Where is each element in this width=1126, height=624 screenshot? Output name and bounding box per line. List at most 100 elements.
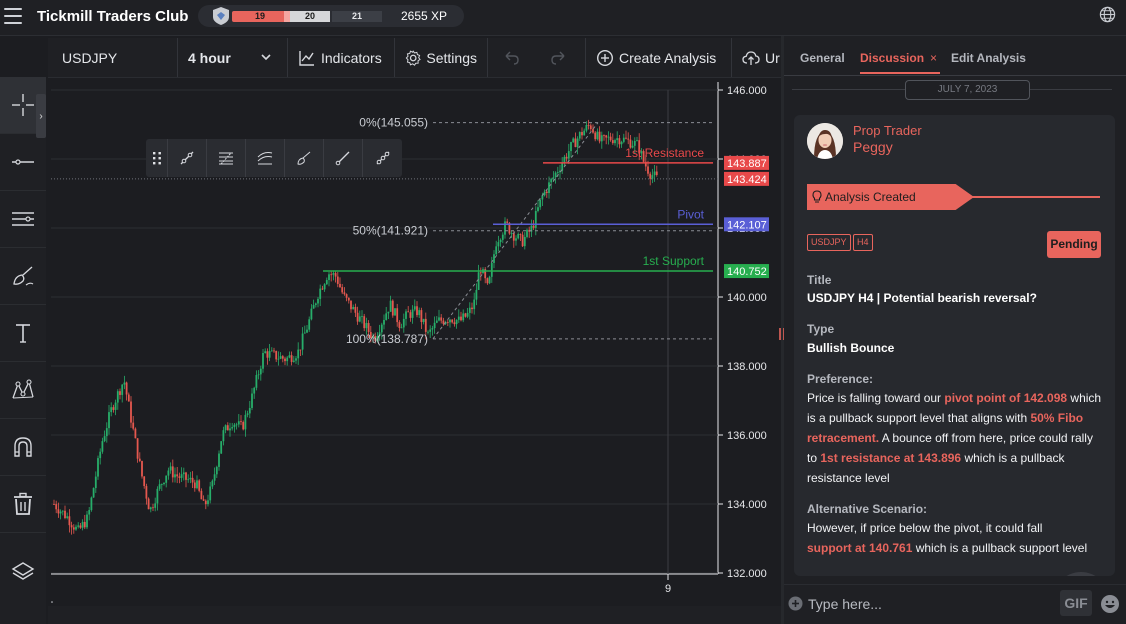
avatar[interactable] xyxy=(807,123,843,159)
channel-button[interactable] xyxy=(246,139,285,177)
symbol-selector[interactable]: USDJPY xyxy=(48,38,178,77)
candle-body xyxy=(94,476,97,489)
expand-tools-arrow[interactable]: › xyxy=(36,94,46,138)
ray-button[interactable] xyxy=(324,139,363,177)
close-icon[interactable]: × xyxy=(930,51,937,65)
text-tool[interactable] xyxy=(0,305,46,362)
parallel-lines-tool[interactable] xyxy=(0,191,46,248)
candle-body xyxy=(517,234,520,239)
brush-tool[interactable] xyxy=(0,248,46,305)
fib-retracement-button[interactable] xyxy=(207,139,246,177)
candle-body xyxy=(268,351,271,358)
candle-body xyxy=(303,332,306,334)
candle-body xyxy=(341,287,344,293)
chart-toolbar: USDJPY 4 hour Indicators Settings Create… xyxy=(48,38,781,78)
upload-button[interactable]: Ur xyxy=(732,38,781,77)
gear-icon xyxy=(405,50,421,66)
candle-body xyxy=(220,441,223,454)
candle-body xyxy=(275,350,278,360)
crosshair-tool[interactable]: › xyxy=(0,77,46,138)
author-name[interactable]: Peggy xyxy=(853,139,893,155)
upload-label: Ur xyxy=(765,50,780,66)
candle-body xyxy=(438,317,440,321)
candle-body xyxy=(497,242,500,247)
hamburger-icon[interactable] xyxy=(4,8,22,24)
redo-button[interactable] xyxy=(538,38,586,77)
create-analysis-label: Create Analysis xyxy=(619,50,717,66)
candle-body xyxy=(609,136,612,141)
tab-edit-analysis[interactable]: Edit Analysis xyxy=(951,51,1026,65)
crosshair-icon xyxy=(12,94,34,116)
scroll-down-button[interactable] xyxy=(1053,572,1109,576)
candle-body xyxy=(141,461,143,477)
timeframe-label: 4 hour xyxy=(188,50,231,66)
candle-body xyxy=(655,171,658,175)
candle-body xyxy=(504,221,506,235)
trash-icon xyxy=(14,492,32,515)
candle-body xyxy=(420,310,423,323)
pattern-tool[interactable] xyxy=(0,362,46,419)
candle-body xyxy=(224,425,227,431)
banner-line xyxy=(972,196,1100,198)
brush-button[interactable] xyxy=(285,139,324,177)
candle-body xyxy=(418,310,421,316)
candle-body xyxy=(424,318,427,332)
candle-body xyxy=(169,466,172,471)
trend-line-button[interactable] xyxy=(168,139,207,177)
candle-body xyxy=(92,488,95,498)
candle-body xyxy=(328,274,330,281)
candle-body xyxy=(383,319,385,325)
candle-body xyxy=(598,131,601,142)
candle-body xyxy=(336,276,339,284)
horizontal-line-tool[interactable] xyxy=(0,134,46,191)
trash-tool[interactable] xyxy=(0,476,46,533)
candle-body xyxy=(603,135,605,137)
candle-body xyxy=(539,199,542,208)
settings-button[interactable]: Settings xyxy=(395,38,488,77)
candle-body xyxy=(550,178,553,183)
plus-circle-icon[interactable] xyxy=(788,596,803,611)
candle-body xyxy=(57,509,60,514)
candle-body xyxy=(521,234,524,247)
candle-body xyxy=(99,451,102,459)
tab-general[interactable]: General xyxy=(800,51,845,65)
layers-tool[interactable] xyxy=(0,543,46,600)
candle-body xyxy=(147,498,150,510)
alternative-label: Alternative Scenario: xyxy=(807,502,928,516)
tab-discussion[interactable]: Discussion × xyxy=(860,51,937,65)
candle-body xyxy=(246,413,249,415)
x-tick-label: 9 xyxy=(665,583,671,595)
globe-icon[interactable] xyxy=(1099,6,1116,23)
drag-handle[interactable] xyxy=(146,139,168,177)
candle-body xyxy=(578,132,581,139)
message-input[interactable] xyxy=(808,593,1053,615)
gif-button[interactable]: GIF xyxy=(1060,590,1092,616)
candle-body xyxy=(290,355,293,362)
magnet-tool[interactable] xyxy=(0,419,46,476)
undo-button[interactable] xyxy=(488,38,538,77)
candle-body xyxy=(288,355,291,358)
text-icon xyxy=(16,324,30,343)
candle-body xyxy=(125,382,128,395)
create-analysis-button[interactable]: Create Analysis xyxy=(586,38,732,77)
y-tick-label: 136.000 xyxy=(727,430,767,442)
candle-body xyxy=(464,313,467,317)
level-line-label: 1st Resistance xyxy=(625,146,704,160)
candle-body xyxy=(409,312,412,318)
brush-icon xyxy=(297,151,311,165)
author-role[interactable]: Prop Trader xyxy=(853,123,922,138)
candle-body xyxy=(312,305,315,309)
fib-level-label: 0%(145.055) xyxy=(359,116,428,130)
candle-body xyxy=(636,140,638,141)
measure-button[interactable] xyxy=(363,139,402,177)
emoji-icon[interactable] xyxy=(1100,594,1120,614)
price-tag-label: 142.107 xyxy=(727,219,767,231)
candle-body xyxy=(68,516,71,526)
candle-body xyxy=(319,288,322,299)
timeframe-dropdown[interactable]: 4 hour xyxy=(178,38,288,77)
indicators-button[interactable]: Indicators xyxy=(288,38,395,77)
candle-body xyxy=(523,236,526,247)
candle-body xyxy=(251,393,253,408)
candle-body xyxy=(407,311,410,313)
chevron-down-icon xyxy=(261,54,271,61)
